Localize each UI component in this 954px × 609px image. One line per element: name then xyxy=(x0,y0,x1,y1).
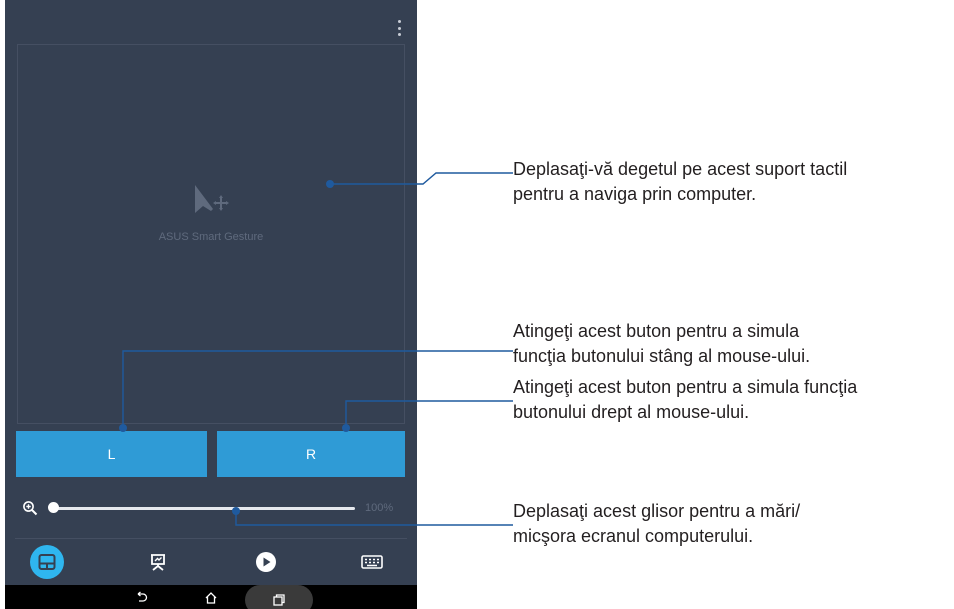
annotation-text: Atingeţi acest buton pentru a simula xyxy=(513,321,800,341)
annotation-text: butonului drept al mouse-ului. xyxy=(513,402,750,422)
annotation-left-button: Atingeţi acest buton pentru a simula fun… xyxy=(513,319,810,369)
annotation-touchpad: Deplasaţi-vă degetul pe acest suport tac… xyxy=(513,157,847,207)
annotation-text: Deplasaţi acest glisor pentru a mări/ xyxy=(513,501,801,521)
annotation-text: Deplasaţi-vă degetul pe acest suport tac… xyxy=(513,159,848,179)
annotation-text: micşora ecranul computerului. xyxy=(513,526,754,546)
annotation-zoom-slider: Deplasaţi acest glisor pentru a mări/ mi… xyxy=(513,499,800,549)
annotation-text: Atingeţi acest buton pentru a simula fun… xyxy=(513,377,858,397)
callout-lines xyxy=(119,172,513,526)
annotation-text: pentru a naviga prin computer. xyxy=(513,184,757,204)
annotation-text: funcţia butonului stâng al mouse-ului. xyxy=(513,346,811,366)
annotation-right-button: Atingeţi acest buton pentru a simula fun… xyxy=(513,375,857,425)
